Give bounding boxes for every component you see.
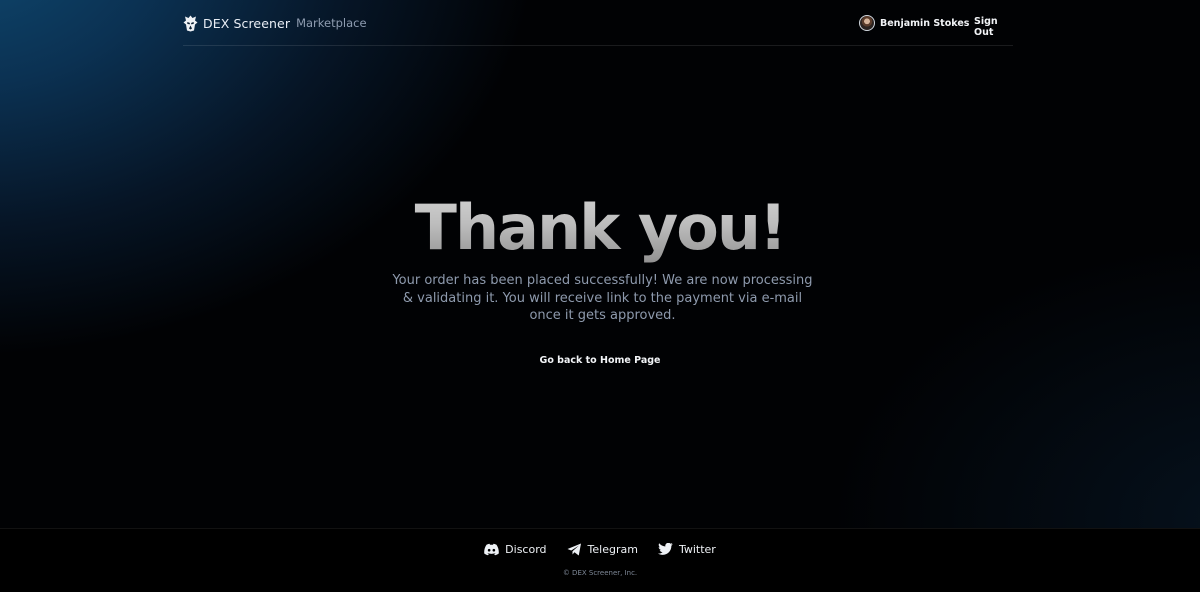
telegram-label: Telegram <box>587 543 638 556</box>
footer: Discord Telegram Twitter © DEX Screener,… <box>0 528 1200 592</box>
brand-subtitle: Marketplace <box>296 16 367 30</box>
brand-logo-link[interactable]: DEX Screener Marketplace <box>183 13 367 33</box>
sign-out-button[interactable]: Sign Out <box>974 16 1013 38</box>
social-links: Discord Telegram Twitter <box>0 543 1200 556</box>
brand-name: DEX Screener <box>203 15 291 31</box>
discord-label: Discord <box>505 543 547 556</box>
copyright-text: © DEX Screener, Inc. <box>562 569 638 577</box>
twitter-label: Twitter <box>678 543 716 556</box>
telegram-icon <box>567 543 581 556</box>
home-link-container: Go back to Home Page <box>0 355 1200 366</box>
confirmation-message: Your order has been placed successfully!… <box>392 273 813 323</box>
telegram-link[interactable]: Telegram <box>567 543 638 556</box>
page-title: Thank you! <box>0 188 1200 268</box>
user-name: Benjamin Stokes <box>880 17 970 29</box>
twitter-icon <box>657 543 673 555</box>
twitter-link[interactable]: Twitter <box>657 543 716 556</box>
main-area: DEX Screener Marketplace Benjamin Stokes… <box>0 0 1200 528</box>
user-profile[interactable]: Benjamin Stokes <box>859 15 969 31</box>
page: DEX Screener Marketplace Benjamin Stokes… <box>0 0 1200 592</box>
dex-screener-logo-icon <box>183 15 198 32</box>
discord-link[interactable]: Discord <box>484 543 547 556</box>
header: DEX Screener Marketplace Benjamin Stokes… <box>183 0 1013 46</box>
go-home-link[interactable]: Go back to Home Page <box>540 355 661 366</box>
avatar <box>859 15 875 31</box>
discord-icon <box>484 543 499 556</box>
